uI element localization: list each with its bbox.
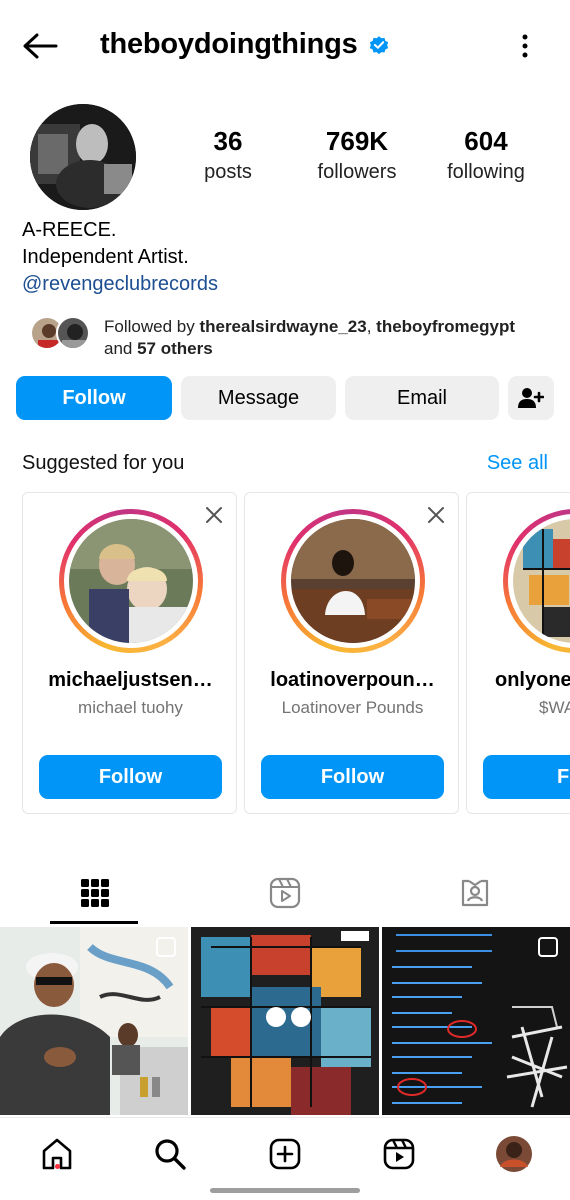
- suggested-username: michaeljustsen…: [48, 669, 213, 691]
- mutual-user-1: therealsirdwayne_23: [199, 317, 367, 336]
- suggested-follow-button[interactable]: Fol: [483, 755, 570, 799]
- tagged-icon: [461, 879, 489, 907]
- see-all-link[interactable]: See all: [487, 452, 548, 475]
- active-tab-indicator: [50, 921, 138, 924]
- suggested-name: $WA: [539, 698, 570, 717]
- profile-username: theboydoingthings: [100, 28, 358, 60]
- post-thumbnail[interactable]: [191, 927, 379, 1115]
- nav-profile[interactable]: [492, 1132, 536, 1176]
- mutual-followers[interactable]: Followed by therealsirdwayne_23, theboyf…: [30, 312, 550, 358]
- nav-create[interactable]: [263, 1132, 307, 1176]
- search-icon: [155, 1139, 186, 1170]
- top-bar: theboydoingthings: [0, 0, 570, 92]
- suggested-name: Loatinover Pounds: [281, 698, 424, 717]
- following-stat[interactable]: 604 following: [421, 126, 551, 184]
- grid-icon: [81, 879, 109, 907]
- add-person-icon: [518, 388, 544, 408]
- profile-avatar: [496, 1136, 532, 1172]
- message-button[interactable]: Message: [181, 376, 336, 420]
- story-ring: [281, 509, 425, 653]
- bio-text: Independent Artist.: [22, 246, 189, 268]
- multiple-posts-icon: [538, 937, 558, 957]
- create-icon: [269, 1138, 301, 1170]
- posts-label: posts: [204, 161, 252, 183]
- tab-tagged[interactable]: [380, 862, 570, 924]
- display-name: A-REECE.: [22, 219, 117, 241]
- nav-search[interactable]: [148, 1132, 192, 1176]
- suggested-card[interactable]: michaeljustsen… michael tuohy Follow: [22, 492, 237, 814]
- post-thumbnail[interactable]: [0, 927, 188, 1115]
- reels-icon: [269, 877, 301, 909]
- posts-grid: [0, 927, 570, 1117]
- suggested-title: Suggested for you: [22, 452, 185, 474]
- multiple-posts-icon: [156, 937, 176, 957]
- suggested-card[interactable]: onlyone $WA Fol: [466, 492, 570, 814]
- tab-reels[interactable]: [190, 862, 380, 924]
- following-count: 604: [464, 126, 508, 156]
- close-icon[interactable]: [426, 505, 446, 525]
- post-thumbnail[interactable]: [382, 927, 570, 1115]
- followed-by-separator: ,: [366, 317, 377, 336]
- story-ring: [503, 509, 570, 653]
- bio-link[interactable]: @revengeclubrecords: [22, 271, 542, 298]
- followers-label: followers: [317, 161, 397, 183]
- followers-count: 769K: [325, 126, 389, 156]
- mutual-user-2: theboyfromegypt: [376, 317, 515, 336]
- suggested-card[interactable]: loatinoverpoun… Loatinover Pounds Follow: [244, 492, 459, 814]
- profile-bio: A-REECE. Independent Artist. @revengeclu…: [22, 217, 542, 298]
- followers-stat[interactable]: 769K followers: [292, 126, 422, 184]
- suggested-follow-button[interactable]: Follow: [39, 755, 222, 799]
- profile-tabs: [0, 862, 570, 926]
- mutual-avatars: [30, 316, 94, 352]
- suggested-avatar: [69, 519, 193, 643]
- suggested-follow-button[interactable]: Follow: [261, 755, 444, 799]
- suggested-username: loatinoverpoun…: [270, 669, 435, 691]
- profile-actions: Follow Message Email: [16, 376, 556, 420]
- more-options-icon[interactable]: [512, 28, 538, 64]
- email-button[interactable]: Email: [345, 376, 499, 420]
- suggested-name: michael tuohy: [78, 698, 183, 717]
- verified-badge-icon: [369, 36, 389, 55]
- suggested-cards: michaeljustsen… michael tuohy Follow loa…: [0, 492, 570, 816]
- story-ring: [59, 509, 203, 653]
- followed-by-text: Followed by therealsirdwayne_23, theboyf…: [104, 316, 554, 360]
- follow-button[interactable]: Follow: [16, 376, 172, 420]
- suggested-username: onlyone: [495, 669, 570, 691]
- back-arrow-icon[interactable]: [20, 28, 60, 64]
- following-label: following: [447, 161, 525, 183]
- suggest-users-button[interactable]: [508, 376, 554, 420]
- followed-by-prefix: Followed by: [104, 317, 200, 336]
- reels-icon: [383, 1138, 415, 1170]
- tab-posts-grid[interactable]: [0, 862, 190, 924]
- nav-home[interactable]: [35, 1132, 79, 1176]
- mutual-others-count: 57 others: [137, 339, 213, 358]
- profile-stats: 36 posts 769K followers 604 following: [180, 126, 550, 196]
- mutual-avatar: [56, 316, 90, 350]
- notification-dot: [55, 1164, 60, 1169]
- gesture-handle[interactable]: [210, 1188, 360, 1193]
- close-icon[interactable]: [204, 505, 224, 525]
- followed-by-and: and: [104, 339, 138, 358]
- suggested-avatar: [513, 519, 570, 643]
- profile-avatar[interactable]: [30, 104, 136, 210]
- posts-stat[interactable]: 36 posts: [163, 126, 293, 184]
- suggested-avatar: [291, 519, 415, 643]
- nav-reels[interactable]: [377, 1132, 421, 1176]
- posts-count: 36: [213, 126, 243, 156]
